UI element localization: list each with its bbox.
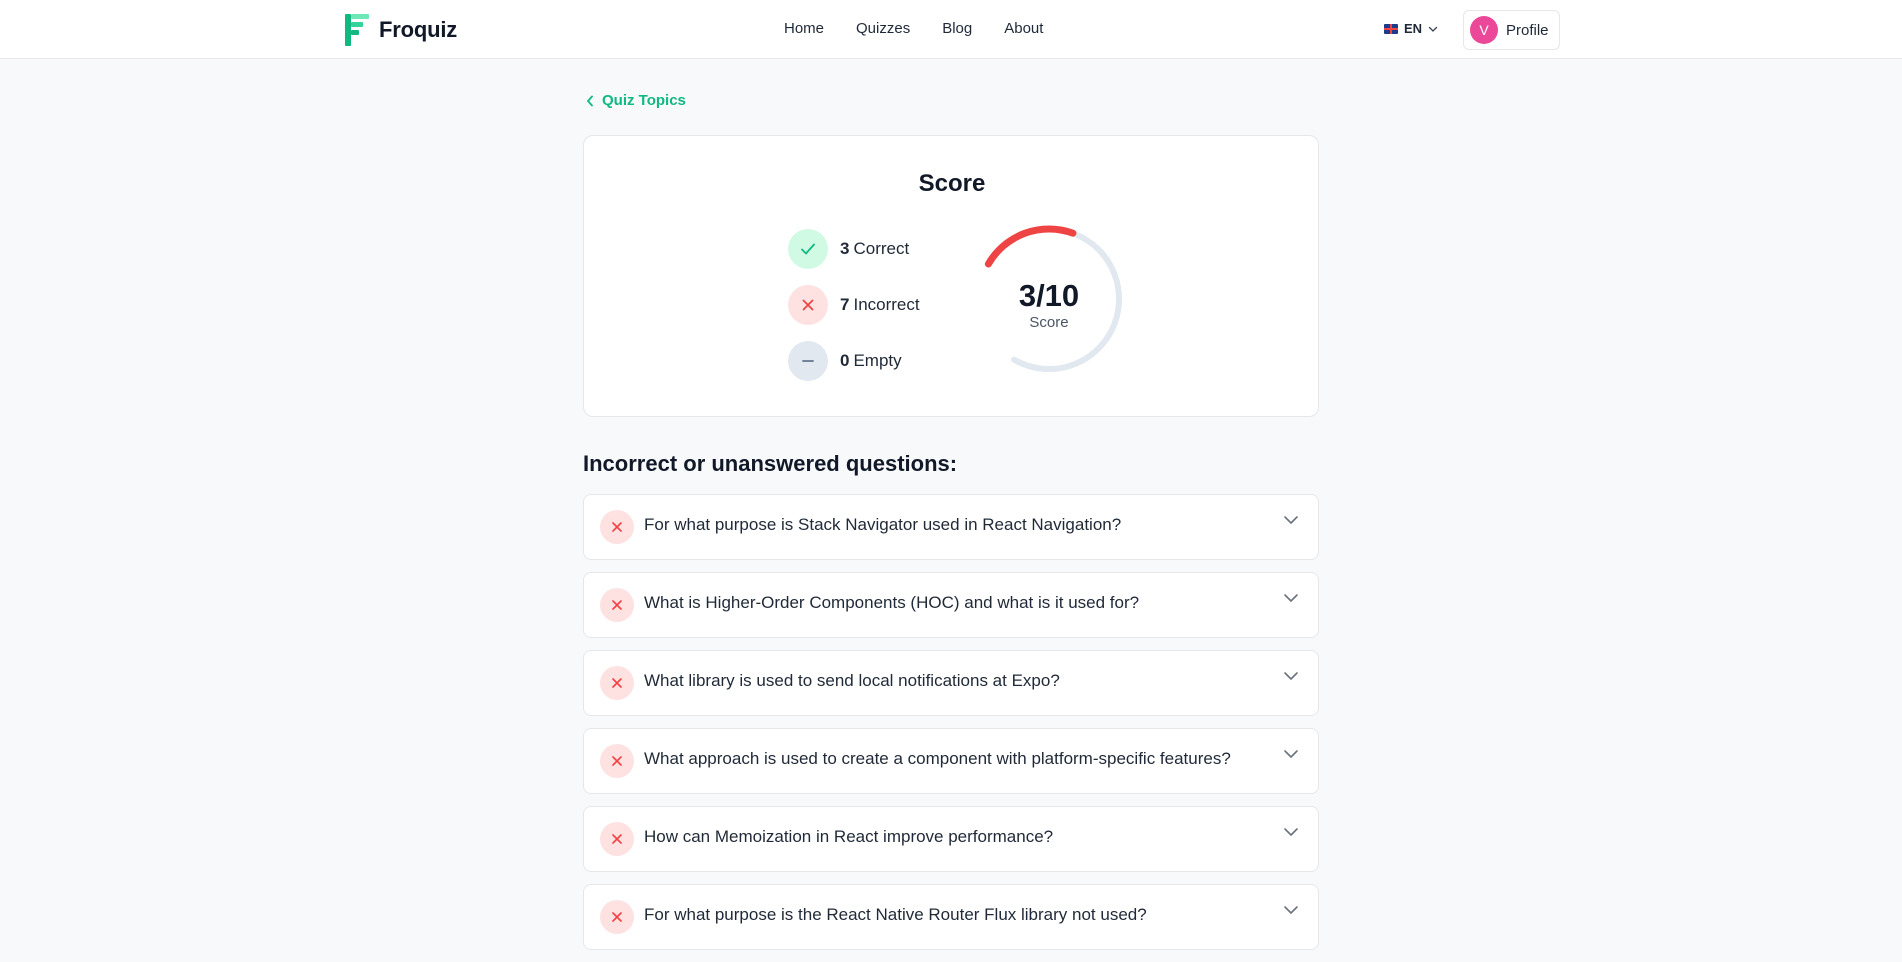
score-title: Score (918, 170, 986, 197)
x-icon (600, 588, 634, 622)
x-icon (788, 285, 828, 325)
back-link-label: Quiz Topics (602, 92, 686, 109)
x-icon (600, 900, 634, 934)
question-text: How can Memoization in React improve per… (644, 827, 1054, 846)
incorrect-questions-list: For what purpose is Stack Navigator used… (583, 494, 1319, 962)
empty-text: 0 Empty (840, 351, 902, 371)
profile-label: Profile (1506, 21, 1549, 39)
question-accordion-item[interactable]: For what purpose is Stack Navigator used… (583, 494, 1319, 560)
incorrect-text: 7 Incorrect (840, 295, 920, 315)
question-accordion-item[interactable]: What is Higher-Order Components (HOC) an… (583, 572, 1319, 638)
chevron-down-icon[interactable] (1282, 825, 1300, 839)
incorrect-stat: 7 Incorrect (788, 285, 920, 325)
chevron-down-icon (1428, 26, 1438, 32)
nav-quizzes[interactable]: Quizzes (856, 20, 910, 37)
check-icon (788, 229, 828, 269)
question-accordion-item[interactable]: What library is used to send local notif… (583, 650, 1319, 716)
question-text: What is Higher-Order Components (HOC) an… (644, 593, 1140, 612)
score-card: Score 3 Correct 7 Incorrect 0 Empty 3/10 Sc… (583, 135, 1319, 417)
correct-stat: 3 Correct (788, 229, 909, 269)
incorrect-count: 7 (840, 295, 850, 314)
froquiz-logo-icon (345, 14, 369, 46)
question-text: For what purpose is the React Native Rou… (644, 905, 1147, 924)
incorrect-questions-heading: Incorrect or unanswered questions: (583, 451, 958, 476)
question-accordion-item[interactable]: For what purpose is the React Native Rou… (583, 884, 1319, 950)
nav-home[interactable]: Home (784, 20, 824, 37)
avatar: V (1470, 16, 1498, 44)
main-nav: Home Quizzes Blog About (784, 20, 1043, 37)
nav-about[interactable]: About (1004, 20, 1043, 37)
score-value: 3/10 (1018, 278, 1080, 313)
brand[interactable]: Froquiz (345, 14, 457, 46)
empty-stat: 0 Empty (788, 341, 902, 381)
language-code: EN (1404, 21, 1423, 36)
minus-icon (788, 341, 828, 381)
chevron-down-icon[interactable] (1282, 591, 1300, 605)
chevron-down-icon[interactable] (1282, 903, 1300, 917)
score-ring-fill (984, 225, 1077, 268)
question-text: What approach is used to create a compon… (644, 749, 1231, 768)
chevron-down-icon[interactable] (1282, 513, 1300, 527)
chevron-down-icon[interactable] (1282, 747, 1300, 761)
x-icon (600, 510, 634, 544)
correct-count: 3 (840, 239, 850, 258)
correct-text: 3 Correct (840, 239, 909, 259)
brand-name: Froquiz (379, 17, 458, 42)
chevron-left-icon (586, 95, 593, 106)
profile-button[interactable]: V Profile (1463, 10, 1560, 50)
incorrect-label: Incorrect (853, 295, 920, 314)
score-caption: Score (1029, 314, 1069, 331)
uk-flag-icon (1384, 23, 1398, 34)
language-selector[interactable]: EN (1384, 21, 1438, 36)
correct-label: Correct (853, 239, 910, 258)
question-accordion-item[interactable]: How can Memoization in React improve per… (583, 806, 1319, 872)
x-icon (600, 666, 634, 700)
question-text: What library is used to send local notif… (644, 671, 1060, 690)
back-to-quiz-topics-link[interactable]: Quiz Topics (586, 92, 686, 109)
x-icon (600, 822, 634, 856)
question-accordion-item[interactable]: What approach is used to create a compon… (583, 728, 1319, 794)
empty-count: 0 (840, 351, 850, 370)
chevron-down-icon[interactable] (1282, 669, 1300, 683)
nav-blog[interactable]: Blog (942, 20, 972, 37)
empty-label: Empty (853, 351, 902, 370)
question-text: For what purpose is Stack Navigator used… (644, 515, 1122, 534)
x-icon (600, 744, 634, 778)
top-navbar: Froquiz Home Quizzes Blog About EN V Pro… (0, 0, 1902, 59)
